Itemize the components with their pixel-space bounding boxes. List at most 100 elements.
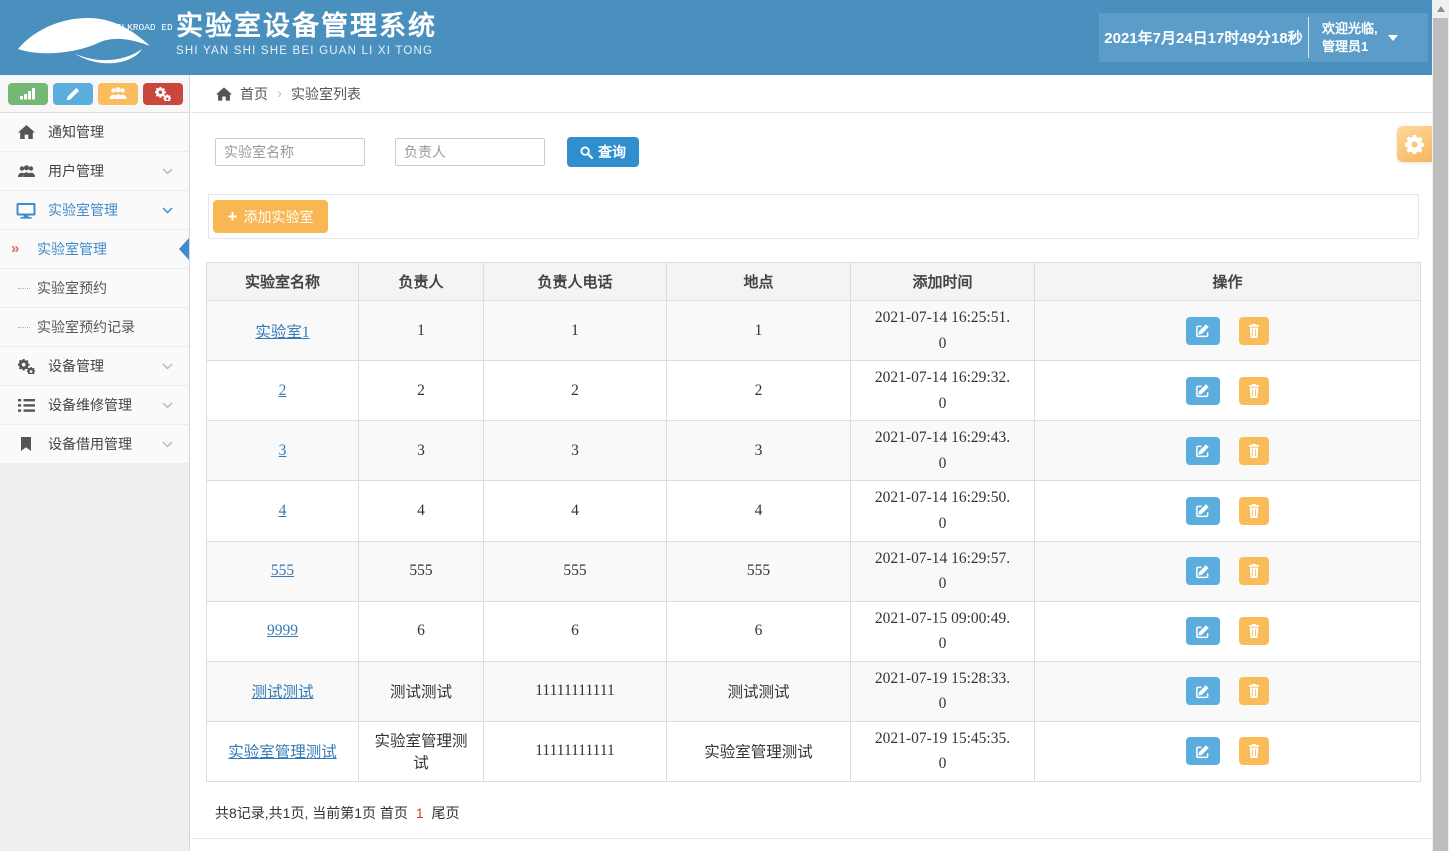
- user-group-shortcut-button[interactable]: [98, 83, 138, 105]
- lab-name-link[interactable]: 实验室管理测试: [228, 744, 337, 761]
- lab-name-link[interactable]: 4: [279, 502, 287, 519]
- sidebar-subitem-lab-manage[interactable]: » 实验室管理: [0, 230, 189, 269]
- settings-tab-button[interactable]: [1397, 126, 1432, 162]
- scrollbar-thumb[interactable]: [1433, 18, 1448, 851]
- sidebar-subitem-label: 实验室预约记录: [37, 317, 135, 337]
- sidebar-item-users[interactable]: 用户管理: [0, 152, 189, 191]
- breadcrumb-home-label: 首页: [240, 84, 268, 104]
- query-button[interactable]: 查询: [567, 137, 639, 167]
- phone-cell: 11111111111: [484, 661, 667, 721]
- edit-button[interactable]: [1186, 737, 1220, 765]
- trash-icon: [1248, 504, 1260, 518]
- breadcrumb-current: 实验室列表: [291, 84, 361, 104]
- delete-button[interactable]: [1239, 317, 1269, 345]
- sidebar-item-notice[interactable]: 通知管理: [0, 113, 189, 152]
- lab-submenu: » 实验室管理 实验室预约 实验室预约记录: [0, 230, 189, 347]
- scrollbar-up-button[interactable]: [1432, 0, 1449, 17]
- phone-cell: 555: [484, 541, 667, 601]
- user-menu[interactable]: 欢迎光临, 管理员1: [1309, 13, 1428, 62]
- bookmark-icon: [15, 437, 37, 451]
- sidebar-subitem-lab-reserve[interactable]: 实验室预约: [0, 269, 189, 308]
- edit-button[interactable]: [1186, 377, 1220, 405]
- chevron-down-icon: [162, 168, 173, 175]
- manager-search-input[interactable]: [395, 138, 545, 166]
- user-group-icon: [109, 87, 127, 100]
- delete-button[interactable]: [1239, 617, 1269, 645]
- lab-name-link[interactable]: 测试测试: [251, 684, 313, 701]
- sidebar-item-device[interactable]: 设备管理: [0, 347, 189, 386]
- app-title: 实验室设备管理系统: [176, 10, 437, 42]
- table-row: 9999 6 6 6 2021-07-15 09:00:49.0: [207, 601, 1421, 661]
- monitor-icon: [15, 202, 37, 219]
- pagination-last-link[interactable]: 尾页: [432, 805, 460, 821]
- location-cell: 测试测试: [667, 661, 851, 721]
- vertical-scrollbar[interactable]: [1432, 0, 1449, 851]
- main-content: 首页 › 实验室列表 查询 + 添加实验室: [191, 75, 1432, 851]
- pagination-current-page[interactable]: 1: [416, 805, 424, 821]
- lab-name-search-input[interactable]: [215, 138, 365, 166]
- toolbar-panel: + 添加实验室: [208, 194, 1419, 239]
- lab-name-link[interactable]: 2: [279, 382, 287, 399]
- sidebar-item-device-repair[interactable]: 设备维修管理: [0, 386, 189, 425]
- lab-name-link[interactable]: 555: [271, 562, 294, 579]
- add-time-cell: 2021-07-14 16:29:57.0: [874, 546, 1011, 597]
- lab-name-link[interactable]: 实验室1: [255, 324, 309, 341]
- search-bar: 查询: [215, 137, 1432, 167]
- gears-icon: [15, 359, 37, 374]
- sidebar-item-device-borrow[interactable]: 设备借用管理: [0, 425, 189, 464]
- location-cell: 4: [667, 481, 851, 541]
- breadcrumb-home-link[interactable]: 首页: [216, 84, 268, 104]
- gears-icon: [155, 87, 171, 101]
- delete-button[interactable]: [1239, 557, 1269, 585]
- sidebar-menu: 通知管理 用户管理 实验室管理: [0, 113, 189, 464]
- edit-button[interactable]: [1186, 617, 1220, 645]
- signal-bars-shortcut-button[interactable]: [8, 83, 48, 105]
- gears-shortcut-button[interactable]: [143, 83, 183, 105]
- breadcrumb: 首页 › 实验室列表: [191, 75, 1432, 113]
- add-lab-button[interactable]: + 添加实验室: [213, 200, 328, 233]
- delete-button[interactable]: [1239, 437, 1269, 465]
- edit-pencil-square-icon: [1195, 684, 1210, 699]
- welcome-text: 欢迎光临,: [1322, 20, 1378, 38]
- edit-button[interactable]: [1186, 317, 1220, 345]
- table-row: 测试测试 测试测试 11111111111 测试测试 2021-07-19 15…: [207, 661, 1421, 721]
- edit-button[interactable]: [1186, 497, 1220, 525]
- sidebar-item-lab[interactable]: 实验室管理: [0, 191, 189, 230]
- col-header-actions: 操作: [1035, 263, 1421, 301]
- add-lab-button-label: 添加实验室: [243, 207, 313, 227]
- sidebar-item-label: 设备管理: [48, 356, 104, 376]
- chevron-down-icon: [162, 441, 173, 448]
- lab-name-link[interactable]: 9999: [267, 622, 298, 639]
- username: 管理员1: [1322, 38, 1378, 56]
- col-header-add-time: 添加时间: [851, 263, 1035, 301]
- trash-icon: [1248, 564, 1260, 578]
- phone-cell: 1: [484, 301, 667, 361]
- lab-name-link[interactable]: 3: [279, 442, 287, 459]
- add-time-cell: 2021-07-14 16:29:50.0: [874, 485, 1011, 536]
- delete-button[interactable]: [1239, 497, 1269, 525]
- edit-button[interactable]: [1186, 437, 1220, 465]
- footer-divider: [191, 838, 1432, 839]
- edit-button[interactable]: [1186, 557, 1220, 585]
- delete-button[interactable]: [1239, 737, 1269, 765]
- pagination-first-link[interactable]: 首页: [380, 805, 408, 821]
- list-icon: [15, 399, 37, 412]
- edit-pencil-square-icon: [1195, 383, 1210, 398]
- edit-pencil-square-icon: [1195, 503, 1210, 518]
- delete-button[interactable]: [1239, 677, 1269, 705]
- gear-icon: [1405, 135, 1424, 154]
- manager-cell: 555: [359, 541, 484, 601]
- pencil-shortcut-button[interactable]: [53, 83, 93, 105]
- sidebar-subitem-lab-reserve-records[interactable]: 实验室预约记录: [0, 308, 189, 347]
- delete-button[interactable]: [1239, 377, 1269, 405]
- pagination-summary: 共8记录,共1页, 当前第1页: [215, 805, 376, 821]
- manager-cell: 实验室管理测试: [359, 721, 484, 781]
- trash-icon: [1248, 444, 1260, 458]
- edit-pencil-square-icon: [1195, 624, 1210, 639]
- edit-button[interactable]: [1186, 677, 1220, 705]
- location-cell: 3: [667, 421, 851, 481]
- trash-icon: [1248, 384, 1260, 398]
- sidebar-item-label: 实验室管理: [48, 200, 118, 220]
- lab-table-body: 实验室1 1 1 1 2021-07-14 16:25:51.0 2 2 2 2: [207, 301, 1421, 782]
- phone-cell: 6: [484, 601, 667, 661]
